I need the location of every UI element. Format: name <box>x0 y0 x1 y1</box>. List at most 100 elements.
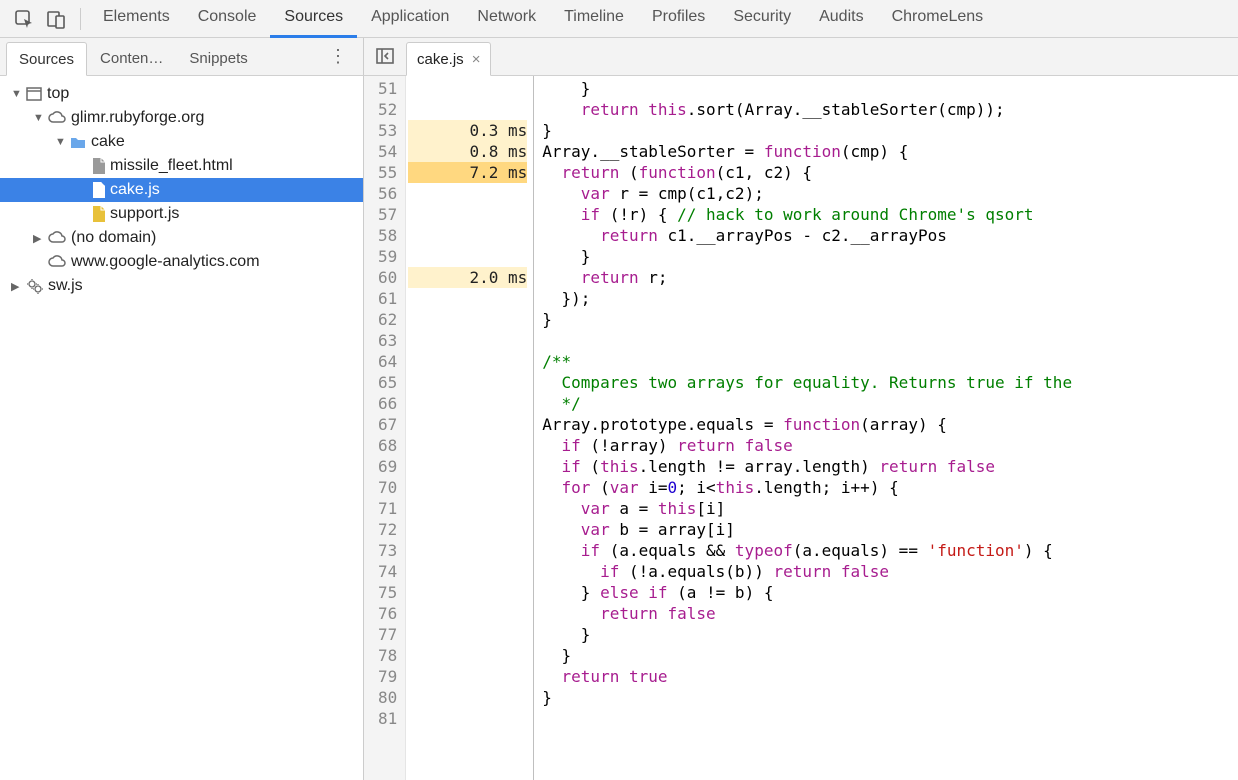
code-line[interactable]: var a = this[i] <box>542 498 1238 519</box>
top-tab-timeline[interactable]: Timeline <box>550 0 638 38</box>
top-tab-sources[interactable]: Sources <box>270 0 357 38</box>
code-line[interactable]: } <box>542 645 1238 666</box>
code-line[interactable]: } <box>542 687 1238 708</box>
line-timing <box>408 519 527 540</box>
code-line[interactable]: Array.__stableSorter = function(cmp) { <box>542 141 1238 162</box>
file-tab-cake-js[interactable]: cake.js × <box>406 42 491 76</box>
code-line[interactable]: } <box>542 309 1238 330</box>
code-line[interactable]: } <box>542 624 1238 645</box>
more-options-icon[interactable]: ⋮ <box>319 38 357 75</box>
chevron-right-icon[interactable]: ▶ <box>33 232 43 245</box>
code-line[interactable]: return c1.__arrayPos - c2.__arrayPos <box>542 225 1238 246</box>
line-number: 52 <box>378 99 397 120</box>
line-timing <box>408 414 527 435</box>
code-line[interactable]: for (var i=0; i<this.length; i++) { <box>542 477 1238 498</box>
line-timing <box>408 456 527 477</box>
line-timing <box>408 477 527 498</box>
line-timing <box>408 498 527 519</box>
tree-item[interactable]: cake.js <box>0 178 363 202</box>
code-editor[interactable]: 5152535455565758596061626364656667686970… <box>364 76 1238 780</box>
code-line[interactable]: /** <box>542 351 1238 372</box>
code-line[interactable] <box>542 708 1238 729</box>
sources-subtab-1[interactable]: Conten… <box>87 41 176 75</box>
line-timing: 0.8 ms <box>408 141 527 162</box>
top-tab-chromelens[interactable]: ChromeLens <box>878 0 998 38</box>
line-timing <box>408 99 527 120</box>
toggle-navigator-icon[interactable] <box>370 37 400 75</box>
close-tab-icon[interactable]: × <box>472 51 481 68</box>
device-toolbar-icon[interactable] <box>40 0 72 38</box>
tree-item[interactable]: missile_fleet.html <box>0 154 363 178</box>
file-icon <box>92 182 105 198</box>
code-line[interactable]: } else if (a != b) { <box>542 582 1238 603</box>
line-number: 54 <box>378 141 397 162</box>
top-tab-audits[interactable]: Audits <box>805 0 877 38</box>
code-line[interactable]: if (!array) return false <box>542 435 1238 456</box>
code-line[interactable]: Array.prototype.equals = function(array)… <box>542 414 1238 435</box>
sources-subtab-0[interactable]: Sources <box>6 42 87 76</box>
code-line[interactable]: return true <box>542 666 1238 687</box>
line-timing <box>408 330 527 351</box>
tree-item[interactable]: www.google-analytics.com <box>0 250 363 274</box>
code-line[interactable]: return (function(c1, c2) { <box>542 162 1238 183</box>
line-timing <box>408 183 527 204</box>
top-tab-elements[interactable]: Elements <box>89 0 184 38</box>
code-line[interactable]: } <box>542 78 1238 99</box>
code-line[interactable]: */ <box>542 393 1238 414</box>
code-line[interactable]: if (!r) { // hack to work around Chrome'… <box>542 204 1238 225</box>
code-line[interactable] <box>542 330 1238 351</box>
line-number: 53 <box>378 120 397 141</box>
snippet-icon <box>92 206 105 222</box>
code-line[interactable]: }); <box>542 288 1238 309</box>
code-line[interactable]: if (!a.equals(b)) return false <box>542 561 1238 582</box>
top-tab-console[interactable]: Console <box>184 0 271 38</box>
line-timing <box>408 435 527 456</box>
code-line[interactable]: } <box>542 246 1238 267</box>
sources-subtab-2[interactable]: Snippets <box>176 41 260 75</box>
code-line[interactable]: if (this.length != array.length) return … <box>542 456 1238 477</box>
code-line[interactable]: if (a.equals && typeof(a.equals) == 'fun… <box>542 540 1238 561</box>
inspect-element-icon[interactable] <box>8 0 40 38</box>
cloud-icon <box>48 255 66 269</box>
top-tab-network[interactable]: Network <box>463 0 550 38</box>
line-timing <box>408 624 527 645</box>
line-number: 55 <box>378 162 397 183</box>
line-timing <box>408 582 527 603</box>
code-line[interactable]: } <box>542 120 1238 141</box>
tree-item[interactable]: ▼top <box>0 82 363 106</box>
tree-item[interactable]: ▶ sw.js <box>0 274 363 298</box>
code-content[interactable]: } return this.sort(Array.__stableSorter(… <box>534 76 1238 780</box>
tree-item[interactable]: ▶(no domain) <box>0 226 363 250</box>
code-line[interactable]: var b = array[i] <box>542 519 1238 540</box>
code-line[interactable]: return false <box>542 603 1238 624</box>
tree-item-label: missile_fleet.html <box>110 157 233 175</box>
file-navigator-tree[interactable]: ▼top▼glimr.rubyforge.org▼cake missile_fle… <box>0 76 364 780</box>
code-line[interactable]: return this.sort(Array.__stableSorter(cm… <box>542 99 1238 120</box>
top-tab-profiles[interactable]: Profiles <box>638 0 719 38</box>
tree-item[interactable]: ▼glimr.rubyforge.org <box>0 106 363 130</box>
divider <box>80 8 81 30</box>
chevron-down-icon[interactable]: ▼ <box>55 136 65 148</box>
line-timing <box>408 561 527 582</box>
line-number: 59 <box>378 246 397 267</box>
chevron-down-icon[interactable]: ▼ <box>11 88 21 100</box>
file-icon <box>92 158 105 174</box>
tree-item-label: cake.js <box>110 181 160 199</box>
code-line[interactable]: var r = cmp(c1,c2); <box>542 183 1238 204</box>
tree-item-label: sw.js <box>48 277 83 295</box>
line-number: 75 <box>378 582 397 603</box>
sources-sub-bar: SourcesConten…Snippets ⋮ cake.js × <box>0 38 1238 76</box>
gears-icon <box>26 278 43 294</box>
code-line[interactable]: Compares two arrays for equality. Return… <box>542 372 1238 393</box>
top-tab-security[interactable]: Security <box>719 0 805 38</box>
chevron-right-icon[interactable]: ▶ <box>11 280 21 293</box>
chevron-down-icon[interactable]: ▼ <box>33 112 43 124</box>
file-tab-label: cake.js <box>417 51 464 68</box>
line-number: 77 <box>378 624 397 645</box>
code-line[interactable]: return r; <box>542 267 1238 288</box>
tree-item[interactable]: support.js <box>0 202 363 226</box>
line-timing <box>408 246 527 267</box>
line-timing <box>408 645 527 666</box>
tree-item[interactable]: ▼cake <box>0 130 363 154</box>
top-tab-application[interactable]: Application <box>357 0 463 38</box>
